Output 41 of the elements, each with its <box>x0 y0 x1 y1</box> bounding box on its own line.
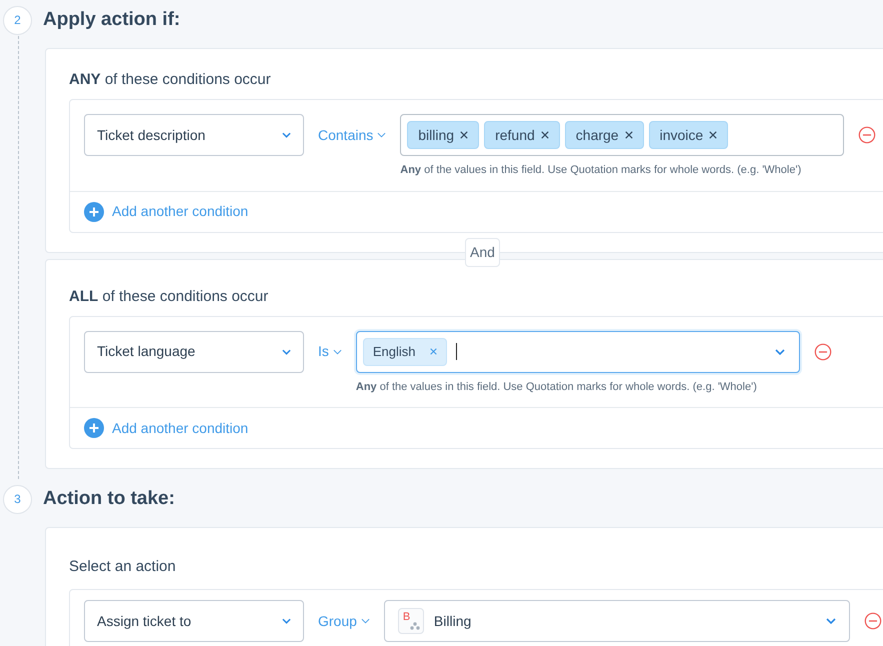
group-avatar: B <box>398 608 424 634</box>
remove-icon[interactable] <box>814 342 832 360</box>
tags-field[interactable]: English <box>356 330 800 372</box>
field-hint: Any of the values in this field. Use Quotation marks for whole words. (e.g. 'Whole') <box>400 163 802 178</box>
step-title: Action to take: <box>43 486 175 511</box>
chevron-down-icon <box>360 618 370 624</box>
chevron-down-icon <box>332 348 342 354</box>
value-tag[interactable]: English <box>362 338 447 366</box>
chevron-down-icon <box>774 348 785 354</box>
group-heading: ANY of these conditions occur <box>69 70 272 89</box>
value-tag[interactable]: refund <box>484 121 560 149</box>
text-cursor <box>456 343 457 360</box>
remove-icon[interactable] <box>864 612 882 630</box>
chevron-down-icon <box>282 348 291 354</box>
plus-circle-icon <box>84 418 104 438</box>
step-title: Apply action if: <box>43 8 180 32</box>
chevron-down-icon <box>377 132 386 138</box>
step-number: 3 <box>3 484 32 514</box>
value-tag[interactable]: invoice <box>648 121 728 149</box>
group-select[interactable]: B Billing <box>384 600 850 642</box>
value-tag[interactable]: charge <box>564 121 644 149</box>
tags-field[interactable]: billing refund charge invoice <box>400 114 844 156</box>
field-select[interactable]: Ticket language <box>84 330 304 372</box>
field-select[interactable]: Assign ticket to <box>84 600 304 642</box>
dots-icon <box>410 622 420 630</box>
remove-icon[interactable] <box>858 126 876 144</box>
field-select[interactable]: Ticket description <box>84 114 304 156</box>
group-heading: ALL of these conditions occur <box>69 286 270 306</box>
chevron-down-icon <box>282 132 291 138</box>
plus-circle-icon <box>84 202 104 222</box>
field-hint: Any of the values in this field. Use Quotation marks for whole words. (e.g. 'Whole') <box>356 380 758 394</box>
step-number: 2 <box>3 6 32 34</box>
section-heading: Select an action <box>69 557 177 576</box>
value-tag[interactable]: billing <box>407 121 480 149</box>
chevron-down-icon <box>282 618 291 624</box>
joiner-label: And <box>465 238 500 266</box>
chevron-down-icon <box>826 618 836 624</box>
close-icon[interactable] <box>709 131 718 139</box>
close-icon[interactable] <box>460 131 468 139</box>
close-icon[interactable] <box>624 131 633 139</box>
close-icon[interactable] <box>540 131 549 139</box>
